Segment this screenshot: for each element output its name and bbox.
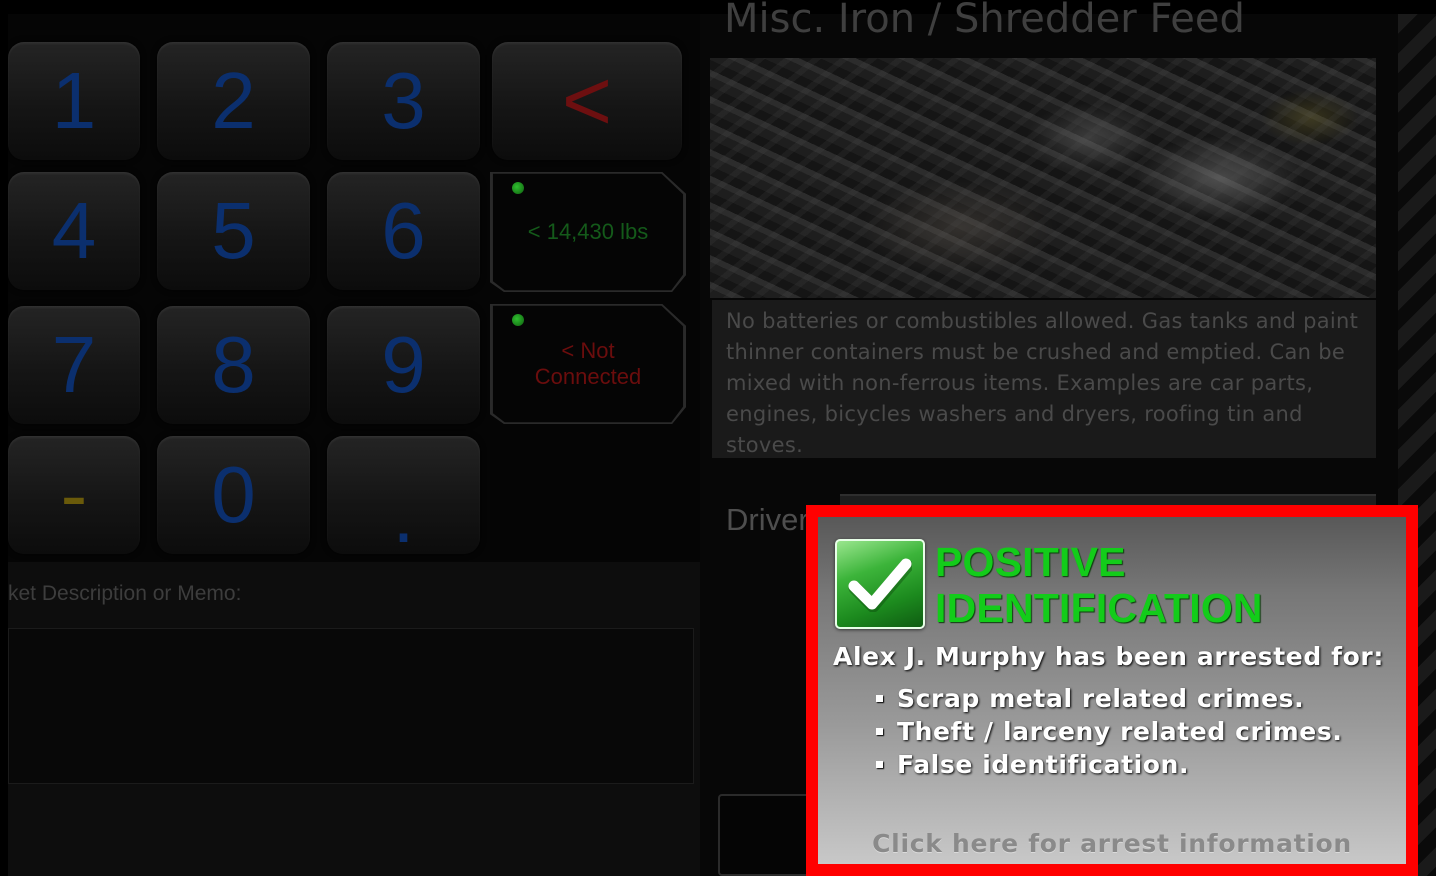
action-button[interactable] <box>718 794 818 876</box>
memo-label: ket Description or Memo: <box>8 582 242 605</box>
alert-body: POSITIVE IDENTIFICATION Alex J. Murphy h… <box>818 517 1406 864</box>
driver-label: Driver <box>726 502 809 537</box>
memo-input[interactable] <box>8 628 694 784</box>
key-6[interactable]: 6 <box>327 172 480 290</box>
list-item: Scrap metal related crimes. <box>876 682 1342 715</box>
crime-list: Scrap metal related crimes. Theft / larc… <box>876 682 1342 781</box>
key-0[interactable]: 0 <box>157 436 310 554</box>
alert-title-line2: IDENTIFICATION <box>935 585 1263 631</box>
scale-weight-indicator: < 14,430 lbs <box>490 172 686 292</box>
key-2[interactable]: 2 <box>157 42 310 160</box>
alert-title: POSITIVE IDENTIFICATION <box>935 539 1263 631</box>
connection-status-line1: < Not <box>561 338 615 363</box>
bullet-icon <box>876 695 883 702</box>
key-1[interactable]: 1 <box>8 42 140 160</box>
key-7[interactable]: 7 <box>8 306 140 424</box>
arrest-statement: Alex J. Murphy has been arrested for: <box>833 642 1384 671</box>
bullet-icon <box>876 761 883 768</box>
key-9[interactable]: 9 <box>327 306 480 424</box>
green-led-icon <box>512 182 524 194</box>
minus-key[interactable]: - <box>8 436 140 554</box>
positive-id-alert[interactable]: POSITIVE IDENTIFICATION Alex J. Murphy h… <box>806 505 1418 876</box>
list-item: Theft / larceny related crimes. <box>876 715 1342 748</box>
material-description: No batteries or combustibles allowed. Ga… <box>712 300 1376 458</box>
crime-text: Scrap metal related crimes. <box>897 684 1305 713</box>
material-title: Misc. Iron / Shredder Feed <box>724 0 1245 42</box>
green-checkmark-icon <box>835 539 925 629</box>
scale-weight-text: < 14,430 lbs <box>527 219 649 244</box>
scrap-metal-photo <box>710 58 1376 298</box>
alert-title-line1: POSITIVE <box>935 539 1126 585</box>
crime-text: False identification. <box>897 750 1190 779</box>
connection-status-line2: Connected <box>534 364 642 389</box>
decimal-key[interactable]: . <box>327 436 480 559</box>
arrest-info-link[interactable]: Click here for arrest information <box>818 829 1406 858</box>
crime-text: Theft / larceny related crimes. <box>897 717 1343 746</box>
app-screen: 1 2 3 < 4 5 6 7 8 9 - 0 . < 14,430 lbs <… <box>0 0 1436 876</box>
key-5[interactable]: 5 <box>157 172 310 290</box>
key-3[interactable]: 3 <box>327 42 480 160</box>
backspace-key[interactable]: < <box>492 42 682 160</box>
key-4[interactable]: 4 <box>8 172 140 290</box>
key-8[interactable]: 8 <box>157 306 310 424</box>
list-item: False identification. <box>876 748 1342 781</box>
scale-connection-indicator: < Not Connected <box>490 304 686 424</box>
bullet-icon <box>876 728 883 735</box>
green-led-icon <box>512 314 524 326</box>
